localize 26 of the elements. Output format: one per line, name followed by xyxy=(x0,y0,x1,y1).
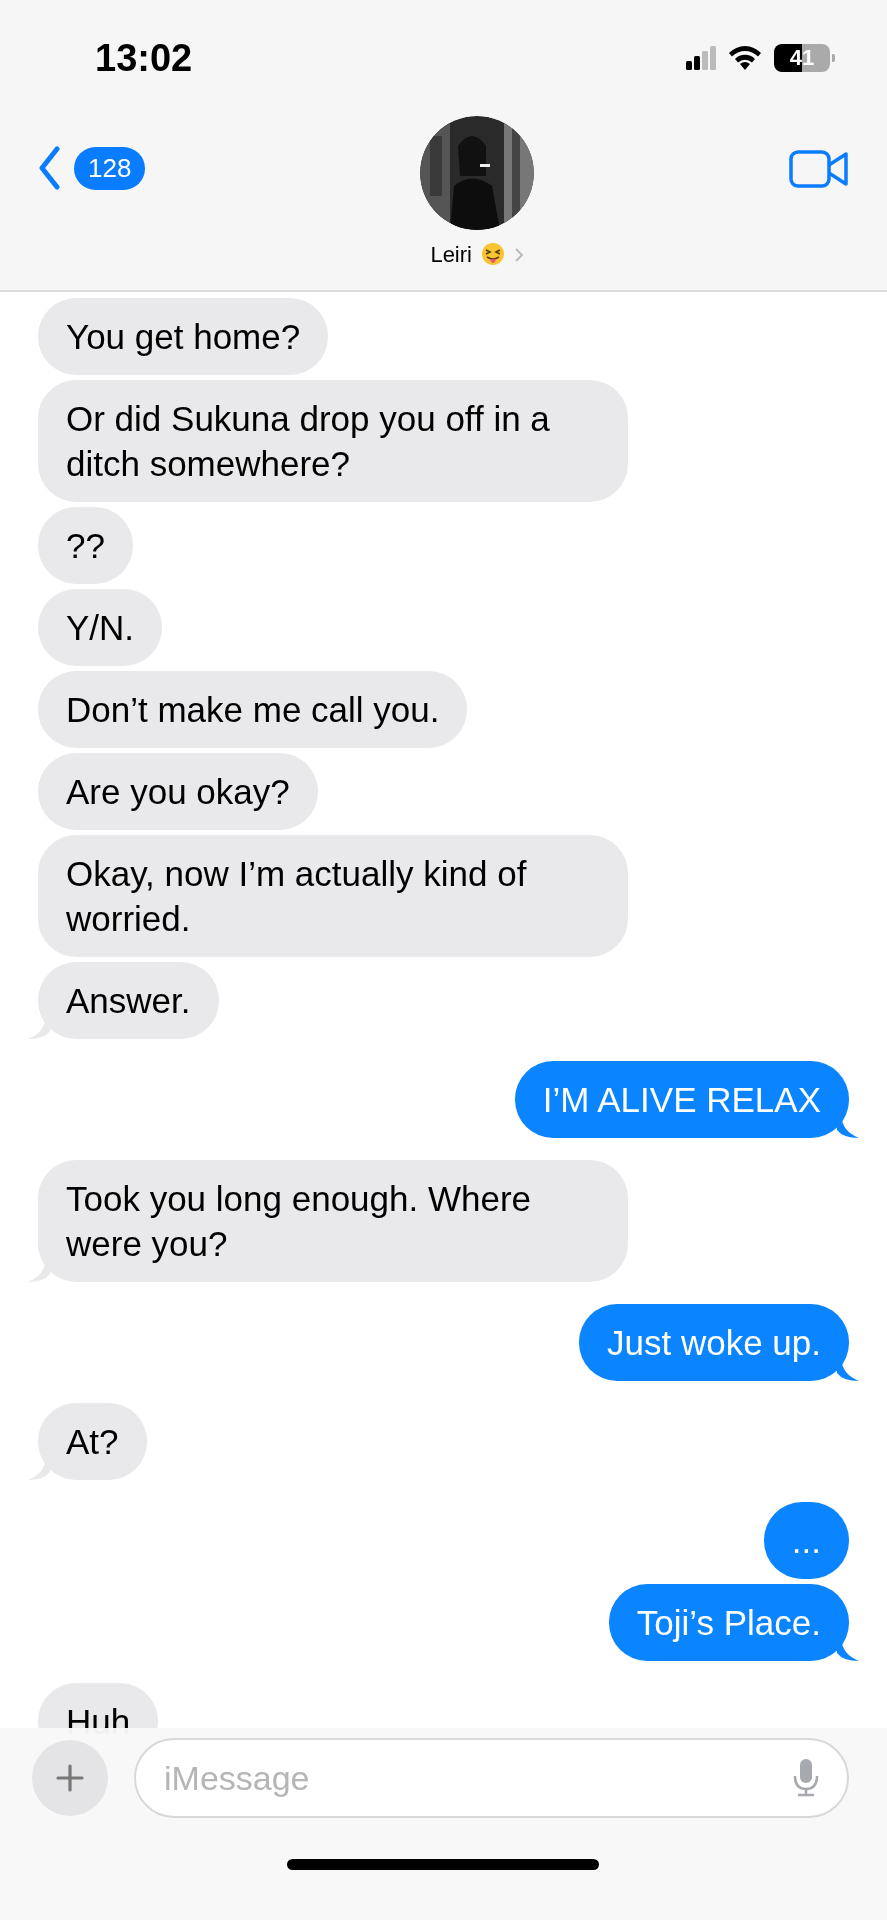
signal-icon xyxy=(686,46,716,70)
received-message: ?? xyxy=(38,507,133,584)
status-time: 13:02 xyxy=(95,36,193,80)
received-message: Or did Sukuna drop you off in a ditch somewhere? xyxy=(38,380,628,502)
received-message: Y/N. xyxy=(38,589,163,666)
received-message: Don’t make me call you. xyxy=(38,671,468,748)
received-message: You get home? xyxy=(38,298,329,375)
plus-icon xyxy=(55,1763,85,1793)
emoji-icon xyxy=(479,242,506,268)
received-message: Okay, now I’m actually kind of worried. xyxy=(38,835,628,957)
unread-badge[interactable]: 128 xyxy=(74,146,146,190)
sent-message: Just woke up. xyxy=(579,1304,849,1381)
microphone-icon[interactable] xyxy=(793,1759,819,1797)
received-message: At? xyxy=(38,1403,147,1480)
sent-message: I’M ALIVE RELAX xyxy=(514,1061,849,1138)
sent-message: Toji’s Place. xyxy=(608,1584,849,1661)
received-message: Took you long enough. Where were you? xyxy=(38,1160,628,1282)
received-message: Answer. xyxy=(38,962,219,1039)
battery-level: 41 xyxy=(789,45,815,71)
sent-message: ... xyxy=(763,1502,849,1579)
wifi-icon xyxy=(728,46,762,70)
video-camera-icon[interactable] xyxy=(789,150,849,188)
received-message: Are you okay? xyxy=(38,753,318,830)
contact-name[interactable]: Leiri xyxy=(430,242,472,268)
back-icon[interactable] xyxy=(38,146,60,190)
message-field[interactable]: iMessage xyxy=(134,1738,849,1818)
